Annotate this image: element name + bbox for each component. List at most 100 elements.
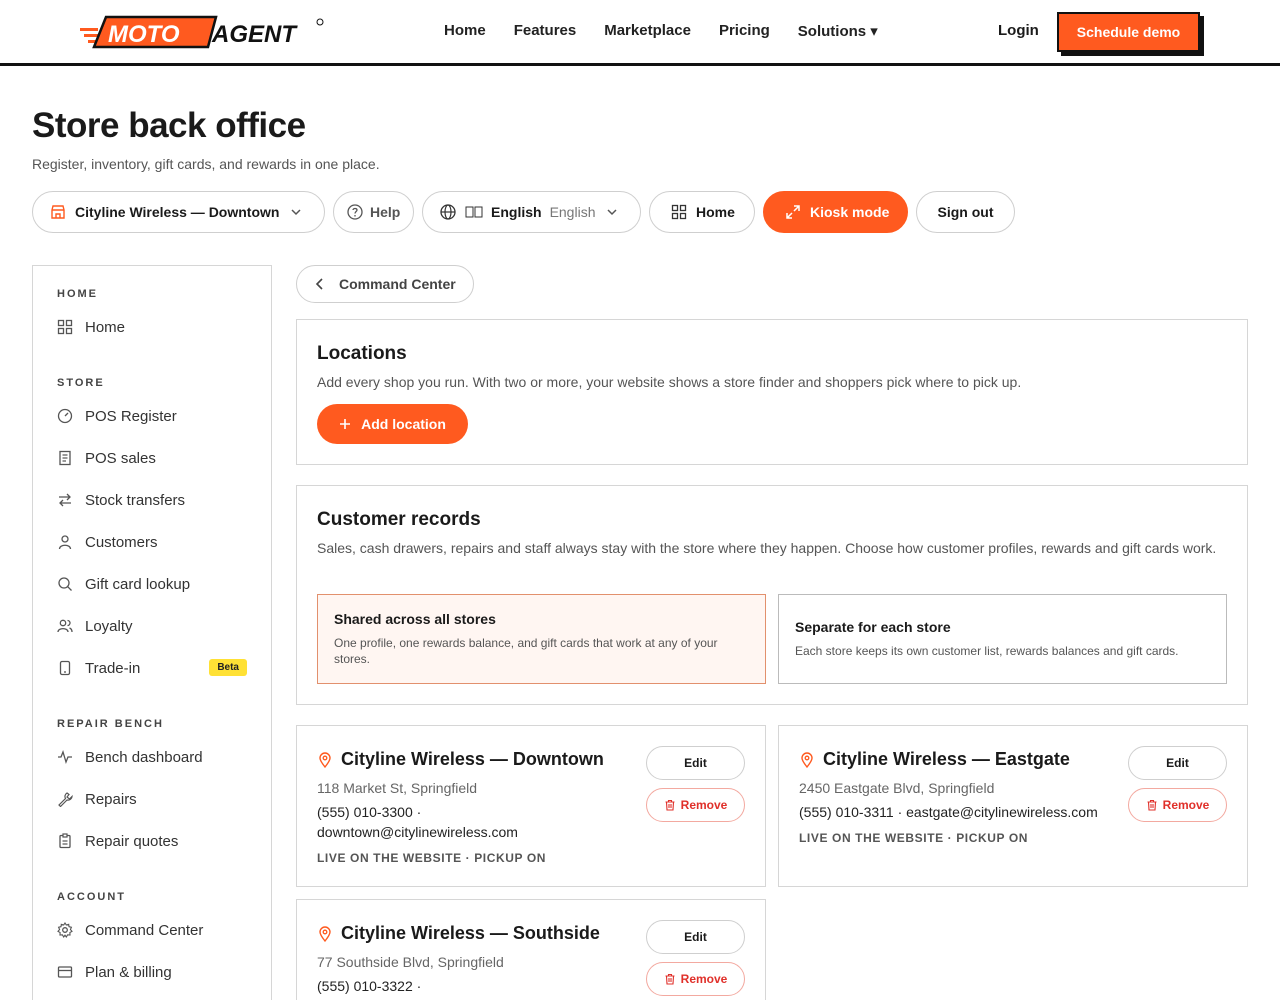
sidebar-item-loyalty[interactable]: Loyalty [57,614,247,638]
trash-icon [1146,799,1158,811]
grid-icon [57,319,73,335]
remove-label: Remove [1162,798,1210,812]
store-address: 77 Southside Blvd, Springfield [317,954,504,970]
sidebar-item-pos-register[interactable]: POS Register [57,404,247,428]
help-button[interactable]: Help [333,191,414,233]
globe-icon [439,203,457,221]
separate-per-store-option[interactable]: Separate for each store Each store keeps… [778,594,1227,684]
chevron-down-icon [603,203,621,221]
nav-home[interactable]: Home [444,22,486,40]
store-selector-label: Cityline Wireless — Downtown [75,204,280,220]
home-button[interactable]: Home [649,191,755,233]
sidebar-item-bench-dashboard[interactable]: Bench dashboard [57,745,247,769]
beta-badge: Beta [209,659,247,676]
sidebar-item-customers[interactable]: Customers [57,530,247,554]
top-navbar: MOTO AGENT Home Features Marketplace Pri… [0,0,1280,66]
chevron-left-icon [315,278,325,290]
sidebar-item-label: Stock transfers [85,491,186,509]
edit-store-button[interactable]: Edit [1128,746,1227,780]
wrench-icon [57,791,73,807]
sidebar-item-label: Loyalty [85,617,133,635]
svg-text:MOTO: MOTO [108,21,180,48]
locations-title: Locations [317,343,407,364]
edit-store-button[interactable]: Edit [646,920,745,954]
store-email: downtown@citylinewireless.com [317,824,518,840]
nav-pricing[interactable]: Pricing [719,22,770,40]
option-title: Separate for each store [795,619,951,635]
language-selector[interactable]: English English [422,191,641,233]
sign-out-button[interactable]: Sign out [916,191,1015,233]
store-name-text: Cityline Wireless — Downtown [341,749,604,769]
store-name: Cityline Wireless — Southside [317,923,600,944]
locations-description: Add every shop you run. With two or more… [317,374,1022,390]
help-icon [346,203,364,221]
search-icon [57,576,73,592]
sidebar-item-trade-in[interactable]: Trade-in Beta [57,656,247,680]
clipboard-icon [57,833,73,849]
sidebar-item-pos-sales[interactable]: POS sales [57,446,247,470]
sidebar-item-label: Customers [85,533,158,551]
expand-icon [784,203,802,221]
trash-icon [664,973,676,985]
sidebar-item-label: Gift card lookup [85,575,191,593]
activity-icon [57,749,73,765]
store-phone: (555) 010-3300 · [317,804,422,820]
store-address: 2450 Eastgate Blvd, Springfield [799,780,995,796]
grid-icon [670,203,688,221]
svg-text:AGENT: AGENT [211,21,298,48]
customer-records-description: Sales, cash drawers, repairs and staff a… [317,540,1217,556]
edit-store-button[interactable]: Edit [646,746,745,780]
sidebar-section-repair-bench: REPAIR BENCH [57,718,164,730]
map-pin-icon [317,751,333,768]
nav-features[interactable]: Features [514,22,577,40]
sidebar-item-home[interactable]: Home [57,315,247,339]
store-icon [49,203,67,221]
remove-store-button[interactable]: Remove [646,788,745,822]
page-subtitle: Register, inventory, gift cards, and rew… [32,156,380,172]
store-selector[interactable]: Cityline Wireless — Downtown [32,191,325,233]
sidebar-item-label: Trade-in [85,659,141,677]
sidebar-item-plan-billing[interactable]: Plan & billing [57,960,247,984]
map-pin-icon [317,925,333,942]
sidebar-item-gift-card-lookup[interactable]: Gift card lookup [57,572,247,596]
user-icon [57,534,73,550]
store-name: Cityline Wireless — Eastgate [799,749,1070,770]
sidebar-section-account: ACCOUNT [57,891,126,903]
sidebar-item-command-center[interactable]: Command Center [57,918,247,942]
sidebar-item-repairs[interactable]: Repairs [57,787,247,811]
sidebar-item-repair-quotes[interactable]: Repair quotes [57,829,247,853]
store-name-text: Cityline Wireless — Eastgate [823,749,1070,769]
back-to-command-center[interactable]: Command Center [296,265,474,303]
nav-solutions[interactable]: Solutions ▾ [798,22,878,40]
add-location-label: Add location [361,416,446,432]
credit-card-icon [57,964,73,980]
option-description: Each store keeps its own customer list, … [795,644,1179,658]
motoagent-logo[interactable]: MOTO AGENT [80,13,325,51]
help-label: Help [370,204,401,220]
sidebar-item-stock-transfers[interactable]: Stock transfers [57,488,247,512]
language-secondary: English [549,204,596,220]
store-contact: (555) 010-3311 · eastgate@citylinewirele… [799,804,1098,820]
sidebar-section-home: HOME [57,288,98,300]
login-link[interactable]: Login [998,22,1039,39]
add-location-button[interactable]: Add location [317,404,468,444]
nav-marketplace[interactable]: Marketplace [604,22,691,40]
remove-store-button[interactable]: Remove [646,962,745,996]
sidebar-item-label: POS Register [85,407,177,425]
store-status: LIVE ON THE WEBSITE · PICKUP ON [799,831,1029,845]
map-pin-icon [799,751,815,768]
store-phone: (555) 010-3322 · [317,978,422,994]
store-name-text: Cityline Wireless — Southside [341,923,600,943]
remove-store-button[interactable]: Remove [1128,788,1227,822]
gear-icon [57,922,73,938]
kiosk-mode-button[interactable]: Kiosk mode [763,191,908,233]
sidebar: HOME Home STORE POS Register POS sales S… [32,265,272,1000]
users-icon [57,618,73,634]
store-status: LIVE ON THE WEBSITE · PICKUP ON [317,851,547,865]
sidebar-item-label: POS sales [85,449,156,467]
sidebar-item-label: Plan & billing [85,963,172,981]
remove-label: Remove [680,798,728,812]
schedule-demo-button[interactable]: Schedule demo [1057,12,1200,52]
shared-across-stores-option[interactable]: Shared across all stores One profile, on… [317,594,766,684]
sidebar-item-label: Bench dashboard [85,748,203,766]
